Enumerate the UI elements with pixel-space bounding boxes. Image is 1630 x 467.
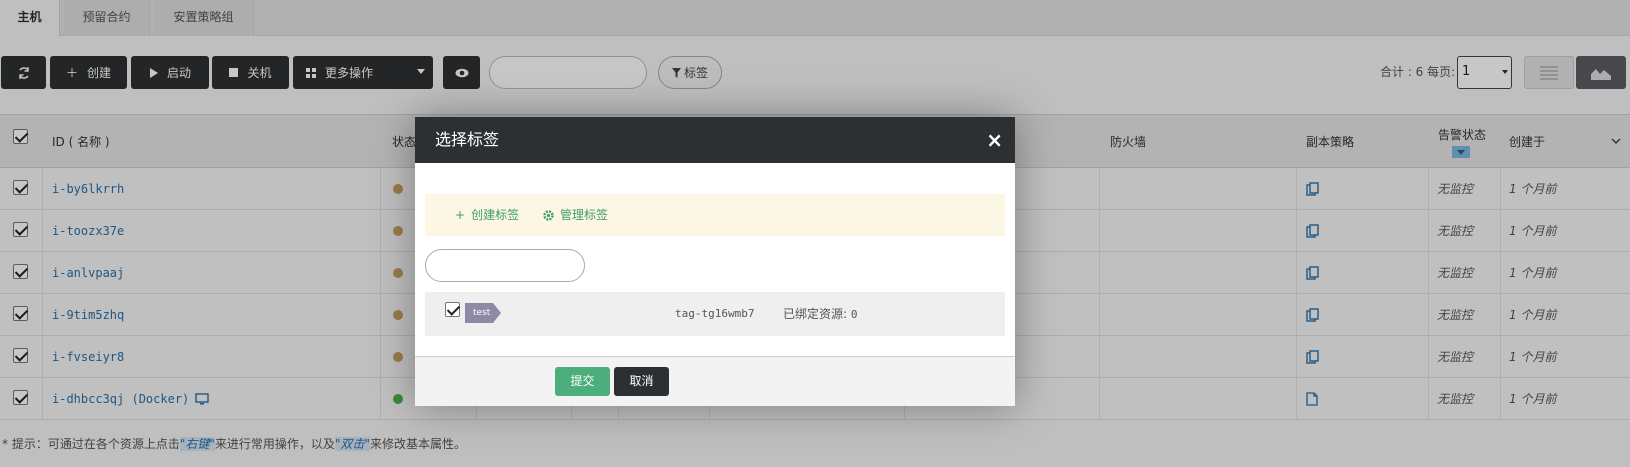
tag-bound-label: 已绑定资源: xyxy=(783,307,848,321)
create-tag-link[interactable]: + 创建标签 xyxy=(455,194,519,236)
manage-tag-label: 管理标签 xyxy=(560,208,609,222)
tag-name: test xyxy=(473,308,491,318)
cancel-label: 取消 xyxy=(629,374,654,388)
tag-list-item[interactable]: test tag-tg16wmb7 已绑定资源: 0 xyxy=(425,292,1005,336)
dialog-header: 选择标签 × xyxy=(415,117,1015,163)
gear-icon xyxy=(543,209,554,221)
tag-search-input[interactable] xyxy=(425,249,585,282)
close-icon[interactable]: × xyxy=(986,127,1003,153)
select-tag-dialog: 选择标签 × + 创建标签 管理标签 test tag-tg16wmb7 已绑定资… xyxy=(415,117,1015,406)
dialog-footer: 提交 取消 xyxy=(415,356,1015,406)
create-tag-label: 创建标签 xyxy=(471,208,520,222)
plus-icon: + xyxy=(455,208,466,222)
tag-checkbox[interactable] xyxy=(445,302,460,317)
tag-bound-resources: 已绑定资源: 0 xyxy=(783,292,858,337)
tag-bound-count: 0 xyxy=(850,308,858,321)
dialog-title: 选择标签 xyxy=(435,130,500,149)
manage-tag-link[interactable]: 管理标签 xyxy=(542,194,608,236)
tag-badge: test xyxy=(465,303,501,323)
submit-button[interactable]: 提交 xyxy=(555,367,610,396)
submit-label: 提交 xyxy=(570,374,595,388)
tag-id: tag-tg16wmb7 xyxy=(675,307,755,320)
cancel-button[interactable]: 取消 xyxy=(614,367,669,396)
tag-actions-bar: + 创建标签 管理标签 xyxy=(425,194,1005,236)
